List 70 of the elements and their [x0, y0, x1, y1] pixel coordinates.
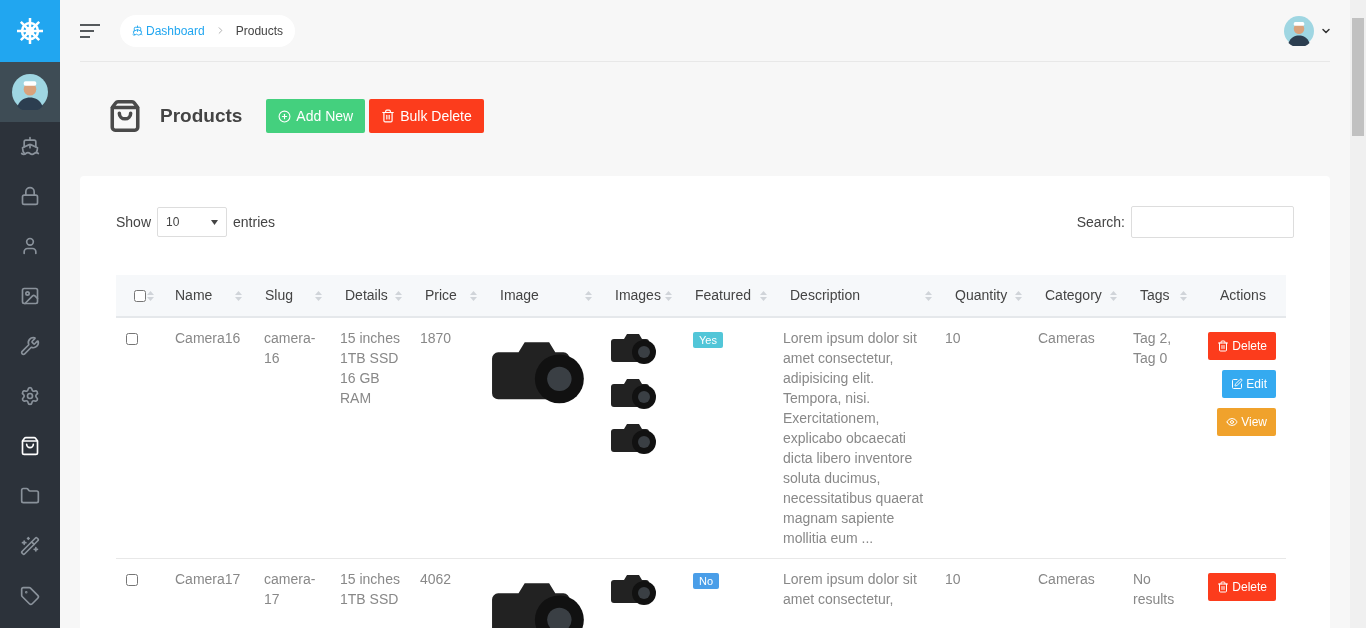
table-cell: 10 — [945, 571, 961, 587]
sidebar-lock-icon[interactable] — [20, 186, 40, 206]
table-cell: camera-16 — [264, 330, 316, 366]
ship-icon — [132, 25, 143, 36]
trash-icon — [381, 109, 396, 123]
sidebar-wrench-icon[interactable] — [20, 336, 40, 356]
user-avatar-icon — [1284, 15, 1314, 46]
entries-label: entries — [233, 212, 276, 232]
featured-badge: Yes — [693, 332, 723, 348]
column-header[interactable]: Price — [425, 285, 477, 306]
search-field[interactable] — [1131, 206, 1294, 238]
column-header[interactable]: Actions — [1220, 285, 1278, 306]
table-cell-text: RAM — [340, 389, 373, 408]
table-cell: Camera16 — [175, 330, 241, 346]
entries-select[interactable]: 10 — [157, 207, 228, 237]
table-cell: camera-17 — [264, 571, 316, 607]
sidebar-tag-icon[interactable] — [20, 586, 40, 606]
column-header[interactable]: Image — [500, 285, 592, 306]
sidebar-ship-icon[interactable] — [20, 136, 40, 156]
column-header[interactable]: Tags — [1140, 285, 1187, 306]
table-cell-text: 1TB SSD — [340, 349, 400, 368]
menu-icon[interactable] — [80, 23, 100, 38]
shopping-bag-icon — [108, 99, 142, 133]
row-checkbox[interactable] — [126, 333, 138, 345]
dropdown-caret-icon — [211, 219, 219, 225]
table-cell-text: 15 inches — [340, 570, 401, 589]
page-title: Products — [160, 103, 243, 128]
row-checkbox[interactable] — [126, 574, 138, 586]
select-all-checkbox[interactable] — [134, 289, 146, 302]
sidebar-magic-wand-icon[interactable] — [20, 536, 40, 556]
table-cell: Cameras — [1038, 571, 1095, 587]
show-label: Show — [116, 212, 152, 232]
table-cell-text: 16 GB — [340, 369, 381, 388]
table-cell: Lorem ipsum dolor sit amet consectetur, adipisicing elit. Tempora, nisi. Exercitationem, explicabo obcaecati dicta libero inventore soluta ducimus, necessitatibus quaerat magnam sapiente mollitia eum ... — [783, 330, 924, 546]
sidebar-shopping-bag-icon[interactable] — [20, 436, 40, 456]
bulk-delete-button[interactable]: Bulk Delete — [369, 99, 484, 133]
plus-circle-icon — [278, 109, 292, 123]
edit-icon — [1231, 378, 1244, 390]
search-label: Search: — [1076, 212, 1125, 232]
table-cell: 1870 — [420, 330, 452, 346]
column-header[interactable]: Quantity — [955, 285, 1022, 306]
table-cell: Tag 2, Tag 0 — [1133, 330, 1172, 366]
sidebar-folder-icon[interactable] — [20, 486, 40, 506]
column-header[interactable]: Description — [790, 285, 932, 306]
column-header[interactable]: Name — [175, 285, 242, 306]
breadcrumb-current: Products — [235, 22, 284, 40]
table-cell: Lorem ipsum dolor sit amet consectetur, — [783, 571, 917, 607]
sidebar-settings-icon[interactable] — [20, 386, 40, 406]
table-cell: 10 — [945, 330, 961, 346]
table-cell-text: 1TB SSD — [340, 590, 400, 609]
sidebar-image-icon[interactable] — [20, 286, 40, 306]
eye-icon — [1226, 416, 1239, 428]
delete-button[interactable]: Delete — [1208, 573, 1276, 601]
table-cell: 4062 — [420, 571, 452, 587]
table-cell: Cameras — [1038, 330, 1095, 346]
table-cell-text: 15 inches — [340, 329, 401, 348]
ship-wheel-icon — [15, 16, 45, 46]
trash-icon — [1217, 340, 1230, 352]
column-header[interactable]: Images — [615, 285, 672, 306]
featured-badge: No — [693, 573, 720, 589]
column-header[interactable]: Category — [1045, 285, 1117, 306]
avatar-icon — [12, 74, 48, 110]
column-header[interactable]: Slug — [265, 285, 322, 306]
column-header[interactable]: Details — [345, 285, 402, 306]
sidebar-user-icon[interactable] — [20, 236, 40, 256]
table-cell: Camera17 — [175, 571, 241, 587]
column-header[interactable]: Featured — [695, 285, 767, 306]
table-cell: No results — [1133, 571, 1175, 607]
delete-button[interactable]: Delete — [1208, 332, 1276, 360]
trash-icon — [1217, 581, 1230, 593]
